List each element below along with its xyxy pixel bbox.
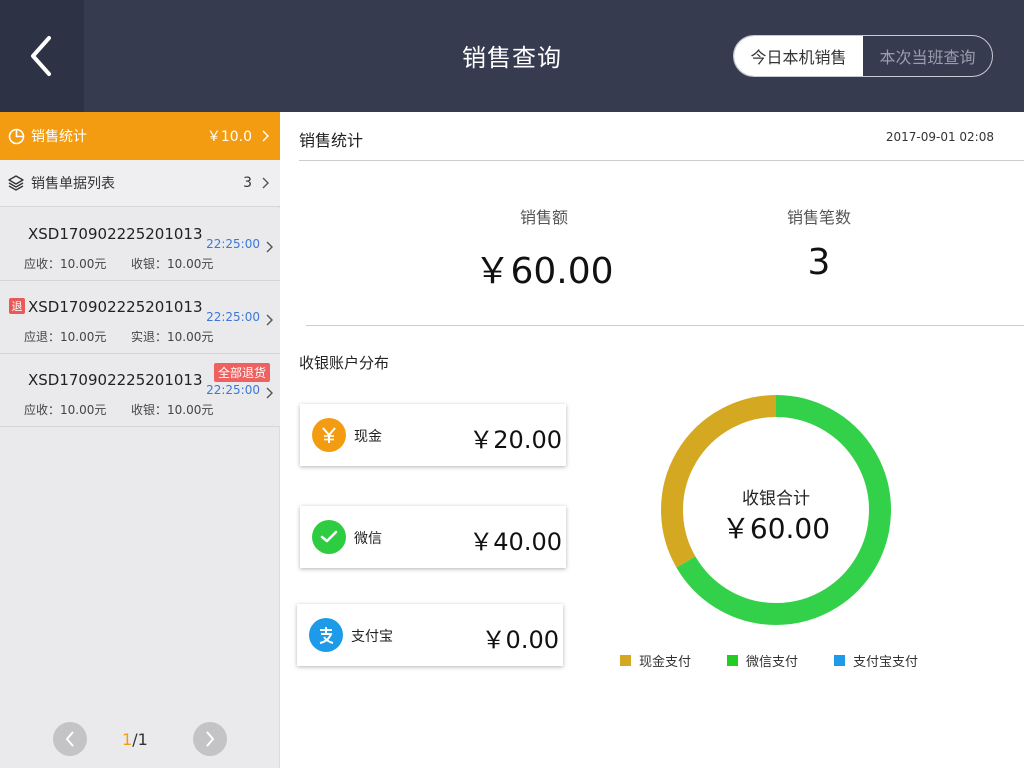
sidebar: 销售统计 ￥10.0 销售单据列表 3 XSD170902225201013 2… [0,112,280,768]
order-list-item[interactable]: XSD170902225201013 22:25:00 应收：10.00元 收银… [0,208,280,281]
legend-label: 支付宝支付 [853,655,919,670]
order-collected-amount: 收银：10.00元 [131,403,214,417]
chevron-right-icon [206,731,215,747]
legend-swatch [620,655,631,666]
next-page-button[interactable] [193,722,227,756]
legend-item-cash: 现金支付 [620,651,691,670]
payment-amount: ￥0.00 [481,626,559,654]
payment-name: 现金 [354,429,382,445]
order-id: XSD170902225201013 [28,371,203,389]
legend-swatch [727,655,738,666]
sales-amount-label: 销售额 [519,208,568,227]
sales-total-value: ￥10.0 [206,129,252,145]
payment-name: 支付宝 [351,629,393,645]
donut-center-value: ￥60.00 [721,512,831,545]
sidebar-item-sales-stats[interactable]: 销售统计 ￥10.0 [0,112,280,160]
pie-chart-icon [7,127,25,145]
order-time: 22:25:00 [206,237,260,251]
mode-segmented-control: 今日本机销售 本次当班查询 [733,35,993,77]
report-date: 2017-09-01 02:08 [885,130,994,144]
prev-page-button[interactable] [53,722,87,756]
donut-center-label: 收银合计 [742,489,810,509]
legend-item-alipay: 支付宝支付 [834,651,918,670]
legend-item-wechat: 微信支付 [727,651,798,670]
payment-card-wechat[interactable]: 微信 ￥40.00 [300,506,566,568]
chevron-right-icon [262,177,274,189]
order-collected-amount: 收银：10.00元 [131,257,214,271]
sidebar-item-label: 销售单据列表 [31,176,115,192]
chevron-left-icon [31,36,51,76]
order-refunded-amount: 实退：10.00元 [131,330,214,344]
order-count-value: 3 [243,175,252,191]
chevron-left-icon [65,731,74,747]
sidebar-item-label: 销售统计 [31,129,87,145]
back-button[interactable] [0,0,84,112]
sales-count-label: 销售笔数 [786,208,851,227]
order-time: 22:25:00 [206,383,260,397]
payment-amount: ￥40.00 [469,528,562,556]
legend-label: 现金支付 [639,655,692,670]
layers-icon [7,174,25,192]
yuan-icon [312,418,346,452]
chevron-right-icon [266,384,274,403]
sidebar-item-order-list[interactable]: 销售单据列表 3 [0,160,280,207]
header-bar: 销售查询 今日本机销售 本次当班查询 [0,0,1024,112]
legend-swatch [834,655,845,666]
order-due-amount: 应收：10.00元 [24,403,107,417]
total-pages: /1 [132,730,148,749]
account-distribution-title: 收银账户分布 [299,354,390,372]
divider [299,160,1024,161]
order-due-amount: 应收：10.00元 [24,257,107,271]
tab-current-shift[interactable]: 本次当班查询 [863,36,992,76]
wechat-icon [312,520,346,554]
refund-badge: 退 [9,298,25,314]
page-indicator: 1/1 [122,730,148,749]
chevron-right-icon [262,130,274,142]
order-time: 22:25:00 [206,310,260,324]
sales-count-value: 3 [807,242,831,283]
payment-amount: ￥20.00 [469,426,562,454]
current-page: 1 [122,730,133,749]
order-list-item[interactable]: 全部退货 XSD170902225201013 22:25:00 应收：10.0… [0,354,280,427]
order-list-item[interactable]: 退 XSD170902225201013 22:25:00 应退：10.00元 … [0,281,280,354]
order-refund-due-amount: 应退：10.00元 [24,330,107,344]
payment-card-alipay[interactable]: 支付宝 ￥0.00 [297,604,563,666]
main-panel: 销售统计 2017-09-01 02:08 销售额 ￥60.00 销售笔数 3 … [281,112,1024,768]
pagination: 1/1 [0,720,280,760]
payment-card-cash[interactable]: 现金 ￥20.00 [300,404,566,466]
payment-name: 微信 [354,531,382,547]
divider [306,325,1024,326]
tab-today-local-sales[interactable]: 今日本机销售 [734,36,863,76]
full-refund-badge: 全部退货 [213,363,270,382]
chevron-right-icon [266,238,274,257]
order-id: XSD170902225201013 [28,298,203,316]
order-id: XSD170902225201013 [28,225,203,243]
sales-amount-value: ￥60.00 [474,251,614,292]
section-title: 销售统计 [299,131,364,150]
alipay-icon [309,618,343,652]
legend-label: 微信支付 [746,655,799,670]
chevron-right-icon [266,311,274,330]
